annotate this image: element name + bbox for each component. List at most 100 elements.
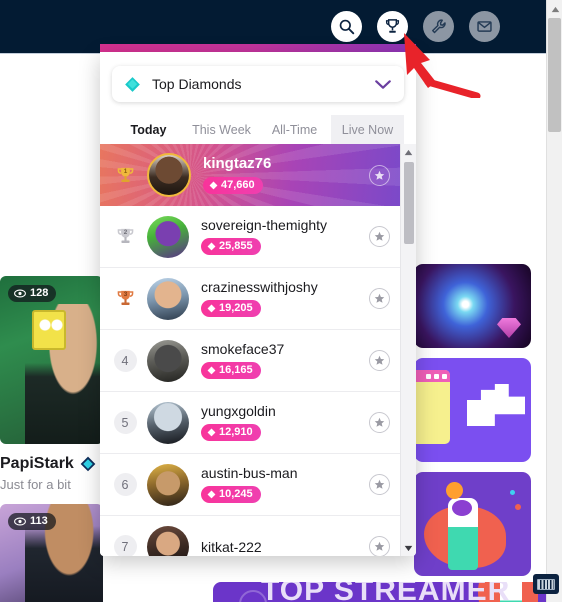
star-icon bbox=[374, 293, 385, 303]
basketball-promo[interactable] bbox=[414, 472, 531, 576]
star-icon bbox=[374, 355, 385, 365]
rank-number: 4 bbox=[113, 349, 137, 372]
viewer-count: 128 bbox=[30, 287, 49, 299]
pixel-window-promo[interactable]: G E bbox=[414, 358, 531, 462]
banner-title: TOP STREAMER bbox=[261, 582, 511, 602]
star-icon bbox=[374, 479, 385, 489]
leaderboard-selector-zone: Top Diamonds Today This Week All-Time Li… bbox=[100, 52, 416, 144]
avatar bbox=[147, 153, 191, 197]
username: kitkat-222 bbox=[201, 538, 262, 555]
diamond-icon bbox=[207, 490, 216, 499]
table-row[interactable]: 1 kingtaz76 47,660 bbox=[100, 144, 400, 206]
star-icon bbox=[374, 417, 385, 427]
row-content: smokeface37 16,165 bbox=[201, 341, 363, 380]
scrollbar-thumb[interactable] bbox=[404, 162, 414, 244]
page-scrollbar-thumb[interactable] bbox=[548, 18, 561, 132]
table-row[interactable]: 5 yungxgoldin 12,910 bbox=[100, 392, 400, 454]
window-title-bar bbox=[414, 370, 450, 382]
score-badge: 47,660 bbox=[203, 177, 263, 194]
tab-live-now[interactable]: Live Now bbox=[331, 115, 404, 144]
streamer-name-row: PapiStark bbox=[0, 455, 103, 473]
avatar bbox=[147, 277, 189, 320]
favorite-star-button[interactable] bbox=[369, 412, 390, 433]
table-row[interactable]: 6 austin-bus-man 10,245 bbox=[100, 454, 400, 516]
favorite-star-button[interactable] bbox=[369, 474, 390, 495]
viewer-count-badge: 113 bbox=[8, 513, 56, 530]
diamond-icon bbox=[207, 304, 216, 313]
nav-icon-group bbox=[331, 11, 500, 42]
keyboard-icon[interactable] bbox=[533, 574, 559, 594]
stream-card[interactable]: 128 PapiStark Just for a bit bbox=[0, 276, 103, 492]
favorite-star-button[interactable] bbox=[369, 350, 390, 371]
favorite-star-button[interactable] bbox=[369, 226, 390, 247]
trophy-glyph bbox=[385, 19, 400, 33]
search-icon[interactable] bbox=[331, 11, 362, 42]
scroll-up-arrow-icon[interactable] bbox=[401, 144, 417, 160]
tab-label: All-Time bbox=[271, 122, 318, 137]
prop-image bbox=[32, 310, 66, 350]
username: yungxgoldin bbox=[201, 403, 276, 420]
streamer-name: PapiStark bbox=[0, 455, 74, 472]
avatar bbox=[147, 339, 189, 382]
rank-indicator: 1 bbox=[112, 165, 138, 186]
row-content: kitkat-222 bbox=[201, 539, 363, 555]
leaderboard-scrollbar[interactable] bbox=[400, 144, 416, 556]
svg-text:1: 1 bbox=[123, 168, 127, 175]
trophy-icon[interactable] bbox=[377, 11, 408, 42]
rank-indicator: 3 bbox=[112, 288, 138, 309]
score-badge: 10,245 bbox=[201, 486, 261, 503]
scroll-down-arrow-icon[interactable] bbox=[401, 540, 417, 556]
viewer-count-badge: 128 bbox=[8, 285, 57, 302]
leaderboard-type-label: Top Diamonds bbox=[152, 76, 242, 92]
wrench-icon[interactable] bbox=[423, 11, 454, 42]
avatar bbox=[147, 463, 189, 506]
score-badge: 12,910 bbox=[201, 424, 261, 441]
table-row[interactable]: 7 kitkat-222 bbox=[100, 516, 400, 556]
svg-text:3: 3 bbox=[123, 291, 127, 298]
diamond-icon bbox=[207, 366, 216, 375]
caret-down-glyph bbox=[404, 545, 413, 551]
leaderboard-type-select[interactable]: Top Diamonds bbox=[112, 66, 404, 102]
caret-up-glyph bbox=[551, 6, 559, 12]
star-icon bbox=[374, 170, 385, 180]
rank-number: 5 bbox=[113, 411, 137, 434]
leaderboard-panel: Top Diamonds Today This Week All-Time Li… bbox=[100, 52, 416, 556]
gold-trophy-icon: 1 bbox=[117, 167, 133, 182]
favorite-star-button[interactable] bbox=[369, 288, 390, 309]
basketball-graphic bbox=[446, 482, 463, 499]
row-content: kingtaz76 47,660 bbox=[203, 155, 363, 195]
table-row[interactable]: 2 sovereign-themighty 25,855 bbox=[100, 206, 400, 268]
tab-all-time[interactable]: All-Time bbox=[258, 115, 331, 144]
tab-today[interactable]: Today bbox=[112, 115, 185, 144]
leaderboard-list: 1 kingtaz76 47,660 2 sovereign-themighty… bbox=[100, 144, 416, 556]
rank-indicator: 2 bbox=[112, 226, 138, 247]
favorite-star-button[interactable] bbox=[369, 536, 390, 556]
diamond-icon bbox=[207, 428, 216, 437]
tab-this-week[interactable]: This Week bbox=[185, 115, 258, 144]
score-value: 12,910 bbox=[219, 426, 253, 439]
rank-indicator: 6 bbox=[112, 473, 138, 496]
stream-thumbnail[interactable]: 113 bbox=[0, 504, 103, 602]
rank-number: 7 bbox=[113, 535, 137, 556]
decor-dot bbox=[510, 490, 515, 495]
stream-thumbnail[interactable]: 128 bbox=[0, 276, 103, 444]
page-scrollbar[interactable] bbox=[546, 0, 562, 602]
bronze-trophy-icon: 3 bbox=[117, 290, 133, 305]
promo-list: G E bbox=[414, 264, 546, 586]
page-scroll-up-arrow-icon[interactable] bbox=[547, 2, 562, 16]
username: sovereign-themighty bbox=[201, 217, 328, 234]
username: austin-bus-man bbox=[201, 465, 298, 482]
table-row[interactable]: 4 smokeface37 16,165 bbox=[100, 330, 400, 392]
table-row[interactable]: 3 crazinesswithjoshy 19,205 bbox=[100, 268, 400, 330]
stream-card[interactable]: 113 bbox=[0, 504, 103, 602]
top-streamer-banner[interactable]: TOP STREAMER bbox=[213, 582, 546, 602]
leaderboard-tabs: Today This Week All-Time Live Now bbox=[112, 115, 404, 144]
tab-label: Live Now bbox=[341, 122, 394, 137]
chevron-down-icon[interactable] bbox=[374, 79, 392, 90]
stream-list: 128 PapiStark Just for a bit 113 bbox=[0, 276, 103, 602]
leaderboard-rows: 1 kingtaz76 47,660 2 sovereign-themighty… bbox=[100, 144, 400, 556]
star-icon bbox=[374, 541, 385, 551]
mail-icon[interactable] bbox=[469, 11, 500, 42]
favorite-star-button[interactable] bbox=[369, 164, 390, 186]
disco-ball-promo[interactable] bbox=[414, 264, 531, 348]
